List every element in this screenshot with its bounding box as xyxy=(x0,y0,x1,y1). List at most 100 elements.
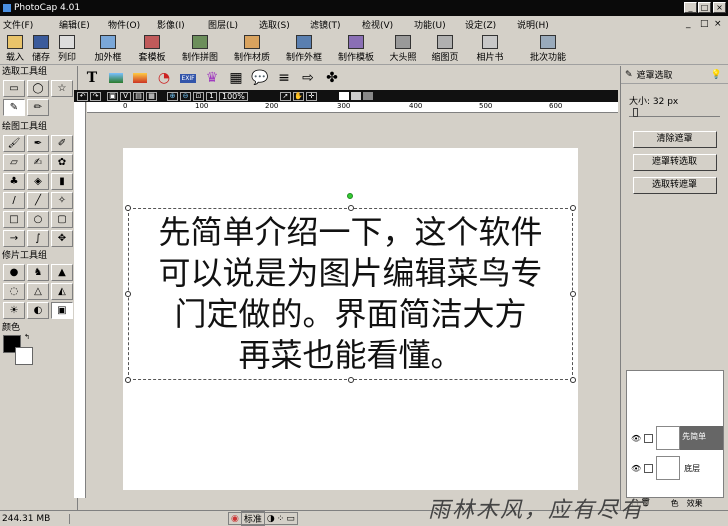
rect-select-tool[interactable]: ▭ xyxy=(3,80,25,97)
clone-tool[interactable]: ♞ xyxy=(27,264,49,281)
pencil-tool[interactable]: / xyxy=(3,192,25,209)
help-icon[interactable]: 💡 xyxy=(711,70,722,80)
hand-icon[interactable]: ✋ xyxy=(292,91,304,101)
redo-icon[interactable]: ↷ xyxy=(90,91,101,101)
apply-template-button[interactable]: 套模板 xyxy=(130,33,174,63)
layer-row-base[interactable]: 👁 底层 xyxy=(627,455,723,481)
curve-tool[interactable]: ∫ xyxy=(27,230,49,247)
print-button[interactable]: 列印 xyxy=(54,33,80,63)
close-button[interactable]: × xyxy=(713,2,726,13)
brush-tool[interactable]: 🖌 xyxy=(3,135,25,152)
eye-icon[interactable]: 👁 xyxy=(631,434,641,443)
add-frame-button[interactable]: 加外框 xyxy=(86,33,130,63)
screen-mode-icon[interactable]: ▭ xyxy=(286,514,295,524)
resize-handle-nw[interactable] xyxy=(125,205,131,211)
background-color[interactable] xyxy=(15,347,33,365)
mdi-close-button[interactable]: × xyxy=(714,19,726,29)
water-drop-tool[interactable]: ◭ xyxy=(51,283,73,300)
thumbnail-page-button[interactable]: 缩图页 xyxy=(424,33,466,63)
maximize-button[interactable]: □ xyxy=(698,2,711,13)
mdi-minimize-button[interactable]: _ xyxy=(686,19,698,29)
cake-icon[interactable]: ♛ xyxy=(203,69,221,87)
zoom-fit-icon[interactable]: ⊡ xyxy=(193,91,204,101)
eye-icon[interactable]: 👁 xyxy=(631,464,641,473)
clear-mask-button[interactable]: 清除遮罩 xyxy=(632,131,717,148)
calendar-icon[interactable]: ▦ xyxy=(227,69,245,87)
undo-icon[interactable]: ↶ xyxy=(77,91,88,101)
dropper-fix-tool[interactable]: ▲ xyxy=(51,264,73,281)
shapes-icon[interactable]: ✤ xyxy=(323,69,341,87)
vertical-icon[interactable]: V xyxy=(120,91,131,101)
text-tool-icon[interactable]: T xyxy=(83,69,101,87)
brush-size-slider[interactable] xyxy=(629,108,720,117)
moon-icon[interactable]: ◑ xyxy=(267,514,275,524)
minimize-button[interactable]: _ xyxy=(684,2,697,13)
clock-icon[interactable]: ◔ xyxy=(155,69,173,87)
color-swatches[interactable]: ↰ xyxy=(3,333,77,369)
zoom-actual-icon[interactable]: 1 xyxy=(206,91,217,101)
zoom-out-icon[interactable]: ⊖ xyxy=(180,91,191,101)
menu-function[interactable]: 功能(U) xyxy=(414,18,460,31)
dots-icon[interactable]: ⁘ xyxy=(277,514,285,524)
mode-standard-button[interactable]: 标准 xyxy=(240,511,265,526)
zoom-in-icon[interactable]: ⊕ xyxy=(167,91,178,101)
layer-checkbox[interactable] xyxy=(644,463,654,473)
ellipse-shape-tool[interactable]: ○ xyxy=(27,211,49,228)
resize-handle-w[interactable] xyxy=(125,291,131,297)
menu-filter[interactable]: 滤镜(T) xyxy=(310,18,356,31)
menu-file[interactable]: 文件(F) xyxy=(3,18,49,31)
bg-white-swatch[interactable] xyxy=(338,92,349,100)
bg-gray-swatch[interactable] xyxy=(350,92,361,100)
resize-handle-sw[interactable] xyxy=(125,377,131,383)
fit-icon[interactable]: ▣ xyxy=(107,91,118,101)
make-puzzle-button[interactable]: 制作拼图 xyxy=(174,33,226,63)
line-tool[interactable]: ╱ xyxy=(27,192,49,209)
slider-thumb[interactable] xyxy=(633,108,638,117)
menu-object[interactable]: 物件(O) xyxy=(108,18,154,31)
swap-colors-icon[interactable]: ↰ xyxy=(24,333,30,341)
arrow-shape-icon[interactable]: ⇨ xyxy=(299,69,317,87)
selection-to-mask-button[interactable]: 选取转遮罩 xyxy=(632,177,717,194)
resize-handle-se[interactable] xyxy=(570,377,576,383)
menu-layer[interactable]: 图层(L) xyxy=(208,18,254,31)
photo-insert-icon[interactable] xyxy=(131,69,149,87)
ellipse-select-tool[interactable]: ◯ xyxy=(27,80,49,97)
rotate-handle[interactable] xyxy=(347,193,353,199)
menu-view[interactable]: 检视(V) xyxy=(362,18,408,31)
arrow-tool[interactable]: → xyxy=(3,230,25,247)
menu-edit[interactable]: 编辑(E) xyxy=(59,18,105,31)
crosshair-icon[interactable]: ✛ xyxy=(305,91,317,101)
mdi-restore-button[interactable]: □ xyxy=(700,19,712,29)
rounded-rect-tool[interactable]: ▢ xyxy=(51,211,73,228)
bg-dark-swatch[interactable] xyxy=(362,92,373,100)
fill-tool[interactable]: ◈ xyxy=(27,173,49,190)
exif-icon[interactable]: EXIF xyxy=(179,69,197,87)
rectangle-shape-tool[interactable]: □ xyxy=(3,211,25,228)
marker-tool[interactable]: ✐ xyxy=(51,135,73,152)
brush-select-tool[interactable]: ✏ xyxy=(27,99,49,116)
grid-icon[interactable]: ▦ xyxy=(146,91,157,101)
make-texture-button[interactable]: 制作材质 xyxy=(226,33,278,63)
menu-settings[interactable]: 设定(Z) xyxy=(465,18,511,31)
eyedropper-tool[interactable]: ✧ xyxy=(51,192,73,209)
layer-effects-button[interactable]: 效果 xyxy=(687,498,703,510)
text-object[interactable]: 先简单介绍一下，这个软件 可以说是为图片编辑菜鸟专 门定做的。界面简洁大方 再菜… xyxy=(125,205,576,383)
red-eye-tool[interactable]: ● xyxy=(3,264,25,281)
stamp-tool[interactable]: ♣ xyxy=(3,173,25,190)
menu-help[interactable]: 说明(H) xyxy=(517,18,563,31)
speech-bubble-icon[interactable]: 💬 xyxy=(251,69,269,87)
zoom-level[interactable]: 100% xyxy=(219,91,248,101)
resize-handle-s[interactable] xyxy=(348,377,354,383)
save-button[interactable]: 储存 xyxy=(28,33,54,63)
mask-tool[interactable]: ▣ xyxy=(51,302,73,319)
screen-icon[interactable]: ▤ xyxy=(133,91,144,101)
magic-wand-tool[interactable]: ✎ xyxy=(3,99,25,116)
resize-handle-e[interactable] xyxy=(570,291,576,297)
layer-row-text[interactable]: 👁 先简单 xyxy=(627,425,723,451)
spray-tool[interactable]: ✿ xyxy=(51,154,73,171)
make-frame-button[interactable]: 制作外框 xyxy=(278,33,330,63)
dodge-tool[interactable]: ☀ xyxy=(3,302,25,319)
lasso-select-tool[interactable]: ☆ xyxy=(51,80,73,97)
pointer-icon[interactable]: ➚ xyxy=(279,91,291,101)
sharpen-tool[interactable]: △ xyxy=(27,283,49,300)
